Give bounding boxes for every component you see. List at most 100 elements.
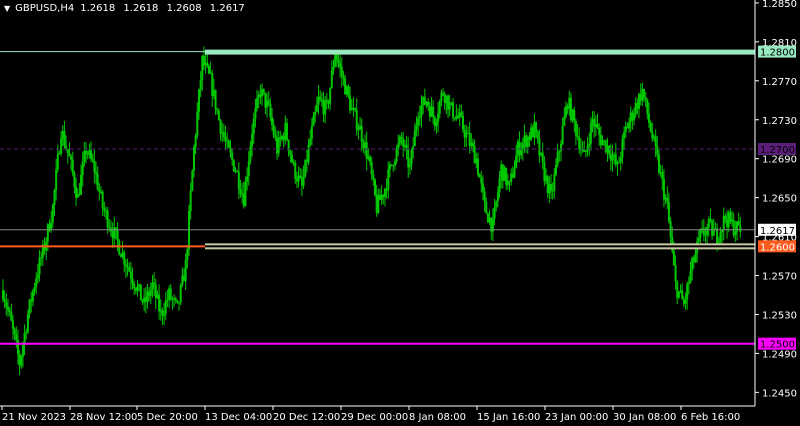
candle-body <box>244 181 247 207</box>
candle-body <box>709 218 712 221</box>
candle-body <box>418 116 421 119</box>
candle-body <box>541 152 544 163</box>
candle-body <box>515 155 518 169</box>
candle-body <box>96 173 99 190</box>
candle-body <box>60 138 63 154</box>
candle-body <box>56 153 59 170</box>
candle-body <box>481 183 484 192</box>
candle-body <box>70 156 73 160</box>
candle-body <box>262 88 265 93</box>
candle-body <box>224 137 227 142</box>
candle-body <box>26 314 29 332</box>
candle-body <box>415 125 418 131</box>
candle-body <box>299 175 302 178</box>
time-tick-label: 28 Nov 12:00 <box>70 412 137 423</box>
candle-body <box>536 131 539 139</box>
candle-body <box>332 66 335 71</box>
candle-body <box>661 171 664 179</box>
candle-body <box>229 147 232 153</box>
candle-body <box>98 189 101 192</box>
candle-body <box>194 135 197 147</box>
candle-body <box>521 142 524 150</box>
candle-body <box>63 131 66 146</box>
candle-body <box>272 124 275 136</box>
candle-body <box>216 109 219 111</box>
price-tag-1.2600: 1.2600 <box>760 242 795 253</box>
candle-body <box>448 102 451 110</box>
candle-body <box>277 137 280 154</box>
candle-body <box>207 65 210 74</box>
candle-body <box>66 149 69 154</box>
price-tick-label: 1.2770 <box>762 77 797 88</box>
candle-body <box>553 174 556 191</box>
candle-body <box>219 120 222 134</box>
candle-body <box>437 113 440 122</box>
candle-body <box>556 152 559 165</box>
candle-body <box>5 302 8 307</box>
candle-body <box>586 145 589 151</box>
candle-body <box>669 221 672 238</box>
candle-body <box>495 201 498 208</box>
candle-body <box>440 92 443 102</box>
price-tick-label: 1.2730 <box>762 116 797 127</box>
candle-body <box>628 121 631 129</box>
candle-body <box>21 344 24 357</box>
candle-body <box>686 283 689 300</box>
candle-body <box>340 66 343 76</box>
time-tick-label: 13 Dec 04:00 <box>205 412 272 423</box>
time-tick-label: 21 Nov 2023 <box>2 412 66 423</box>
candle-body <box>666 197 669 202</box>
candle-body <box>302 176 305 186</box>
candle-body <box>596 123 599 128</box>
candle-body <box>563 116 566 126</box>
candle-body <box>285 122 288 140</box>
price-chart[interactable]: 1.28501.28101.27701.27301.26901.26501.26… <box>0 0 800 426</box>
candle-body <box>116 230 119 241</box>
candles-layer <box>2 46 742 376</box>
candle-body <box>619 157 622 163</box>
candle-body <box>249 146 252 162</box>
candle-body <box>71 159 74 174</box>
time-tick-label: 20 Dec 12:00 <box>273 412 340 423</box>
candle-body <box>320 99 323 102</box>
candle-body <box>573 109 576 122</box>
time-tick-label: 30 Jan 08:00 <box>613 412 676 423</box>
candle-body <box>28 299 31 315</box>
candle-body <box>192 146 195 171</box>
candle-body <box>106 210 109 228</box>
candle-body <box>483 191 486 202</box>
candle-body <box>555 164 558 175</box>
candle-body <box>420 105 423 117</box>
candle-body <box>493 207 496 219</box>
candle-body <box>689 271 692 283</box>
candle-body <box>408 164 411 168</box>
price-tag-1.2800: 1.2800 <box>760 48 795 59</box>
price-tick-label: 1.2530 <box>762 310 797 321</box>
candle-body <box>442 92 445 94</box>
candle-body <box>289 151 292 156</box>
candle-body <box>462 115 465 130</box>
candle-body <box>646 98 649 114</box>
candle-body <box>191 170 194 191</box>
candle-body <box>739 225 742 232</box>
candle-body <box>480 177 483 184</box>
candle-body <box>254 108 257 119</box>
candle-body <box>687 282 690 284</box>
candle-body <box>704 234 707 236</box>
price-tick-label: 1.2850 <box>762 0 797 10</box>
candle-body <box>496 192 499 202</box>
candle-body <box>339 63 342 67</box>
candle-body <box>169 288 172 300</box>
candle-body <box>681 290 684 300</box>
candle-body <box>31 290 34 302</box>
candle-body <box>485 201 488 214</box>
candle-body <box>674 265 677 282</box>
price-tick-label: 1.2450 <box>762 388 797 399</box>
candle-body <box>94 171 97 174</box>
price-tick-label: 1.2490 <box>762 349 797 360</box>
candle-body <box>460 112 463 116</box>
candle-body <box>163 313 166 316</box>
candle-body <box>643 88 646 98</box>
candle-body <box>133 283 136 288</box>
candle-body <box>561 125 564 145</box>
